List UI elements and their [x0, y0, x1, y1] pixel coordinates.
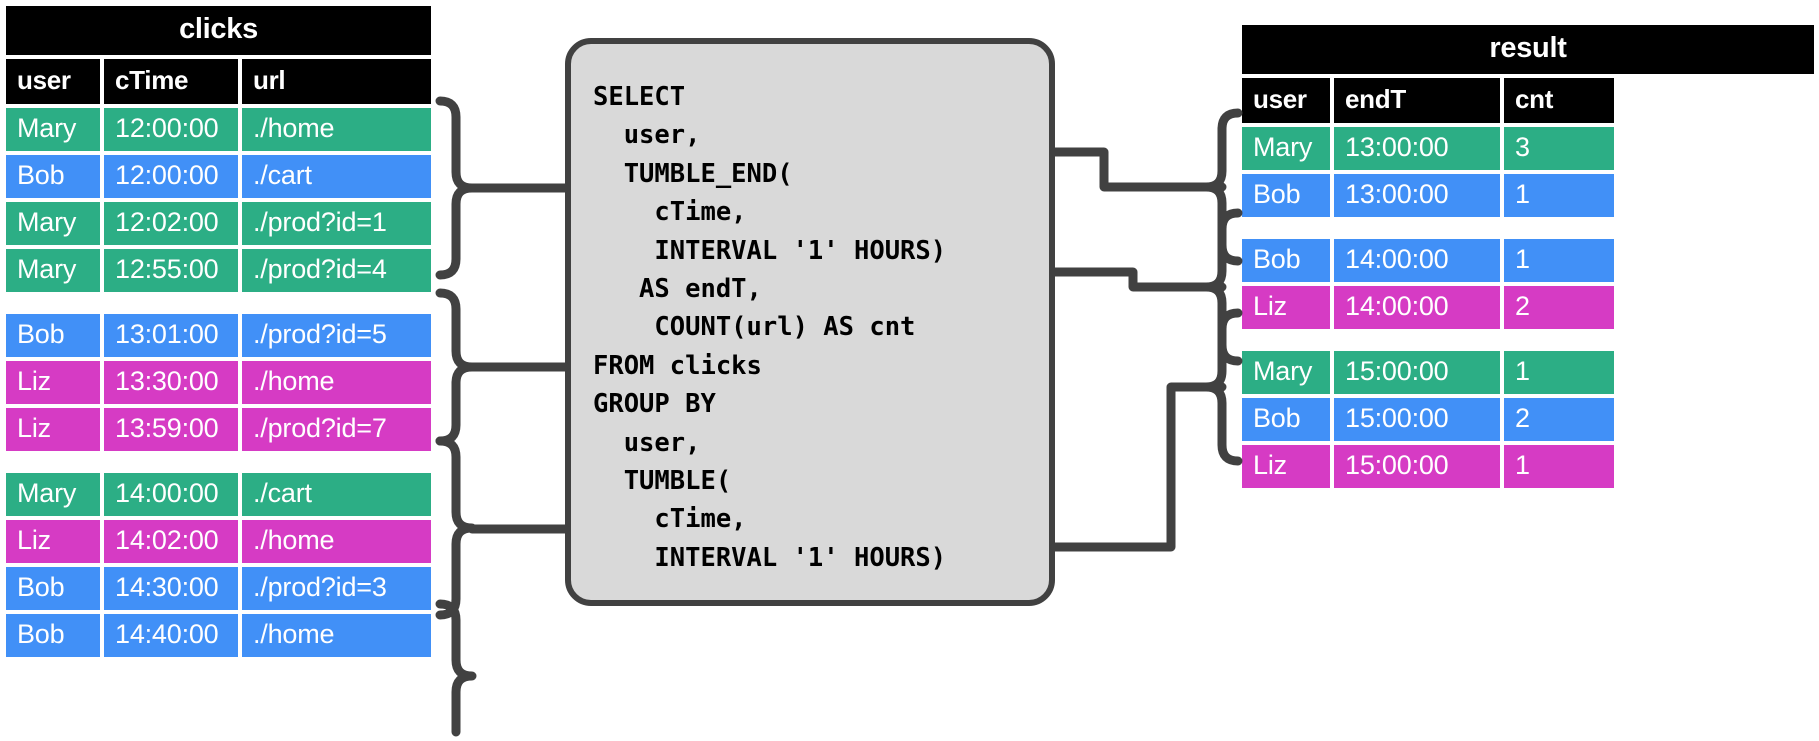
left-brace-group-1: [435, 96, 477, 280]
clicks-cell-cTime: 14:00:00: [104, 473, 238, 516]
result-cell-user: Mary: [1242, 127, 1330, 170]
clicks-cell-user: Mary: [6, 202, 100, 245]
clicks-table-title: clicks: [6, 6, 431, 55]
result-cell-endT: 13:00:00: [1334, 174, 1500, 217]
result-cell-cnt: 1: [1504, 174, 1614, 217]
result-header-row: user endT cnt: [1242, 78, 1814, 123]
left-brace-group-2: [435, 288, 477, 446]
result-cell-user: Bob: [1242, 398, 1330, 441]
result-cell-cnt: 1: [1504, 445, 1614, 488]
table-row: Bob 13:00:00 1: [1242, 174, 1814, 217]
result-table: result user endT cnt Mary 13:00:00 3 Bob 13:…: [1242, 25, 1814, 488]
table-row: Liz 14:00:00 2: [1242, 286, 1814, 329]
left-brace-group-3: [435, 436, 477, 620]
clicks-cell-user: Bob: [6, 314, 100, 357]
result-cell-user: Bob: [1242, 239, 1330, 282]
table-row: Mary 15:00:00 1: [1242, 351, 1814, 394]
result-cell-endT: 13:00:00: [1334, 127, 1500, 170]
result-cell-user: Liz: [1242, 286, 1330, 329]
clicks-table: clicks user cTime url Mary 12:00:00 ./home…: [6, 6, 431, 657]
clicks-header-user: user: [6, 59, 100, 104]
clicks-cell-url: ./cart: [242, 155, 431, 198]
clicks-header-url: url: [242, 59, 431, 104]
result-header-endt: endT: [1334, 78, 1500, 123]
result-cell-endT: 14:00:00: [1334, 239, 1500, 282]
clicks-cell-user: Mary: [6, 473, 100, 516]
clicks-cell-url: ./cart: [242, 473, 431, 516]
table-row: Bob 14:00:00 1: [1242, 239, 1814, 282]
clicks-cell-cTime: 13:59:00: [104, 408, 238, 451]
table-row: Mary 12:02:00 ./prod?id=1: [6, 202, 431, 245]
result-cell-endT: 15:00:00: [1334, 351, 1500, 394]
table-row: Mary 14:00:00 ./cart: [6, 473, 431, 516]
clicks-cell-user: Mary: [6, 249, 100, 292]
table-row: Bob 15:00:00 2: [1242, 398, 1814, 441]
result-table-title: result: [1242, 25, 1814, 74]
result-cell-endT: 15:00:00: [1334, 398, 1500, 441]
clicks-cell-cTime: 12:02:00: [104, 202, 238, 245]
clicks-cell-url: ./prod?id=1: [242, 202, 431, 245]
clicks-cell-url: ./prod?id=5: [242, 314, 431, 357]
table-row: Bob 14:40:00 ./home: [6, 614, 431, 657]
right-brace-group-3: [1201, 308, 1243, 466]
clicks-cell-cTime: 13:01:00: [104, 314, 238, 357]
table-row: Liz 13:59:00 ./prod?id=7: [6, 408, 431, 451]
clicks-cell-user: Bob: [6, 614, 100, 657]
clicks-cell-user: Bob: [6, 567, 100, 610]
result-cell-cnt: 1: [1504, 351, 1614, 394]
right-brace-group-2: [1201, 208, 1243, 366]
clicks-cell-user: Liz: [6, 408, 100, 451]
result-cell-user: Mary: [1242, 351, 1330, 394]
clicks-cell-url: ./prod?id=4: [242, 249, 431, 292]
clicks-cell-url: ./prod?id=7: [242, 408, 431, 451]
clicks-cell-cTime: 12:00:00: [104, 155, 238, 198]
right-wire-group-1: [1050, 147, 1227, 192]
clicks-cell-cTime: 13:30:00: [104, 361, 238, 404]
clicks-cell-url: ./prod?id=3: [242, 567, 431, 610]
result-header-user: user: [1242, 78, 1330, 123]
clicks-cell-user: Mary: [6, 108, 100, 151]
clicks-cell-cTime: 14:40:00: [104, 614, 238, 657]
result-cell-cnt: 1: [1504, 239, 1614, 282]
clicks-cell-cTime: 12:00:00: [104, 108, 238, 151]
clicks-cell-url: ./home: [242, 108, 431, 151]
table-row: Mary 12:55:00 ./prod?id=4: [6, 249, 431, 292]
result-cell-endT: 15:00:00: [1334, 445, 1500, 488]
clicks-header-ctime: cTime: [104, 59, 238, 104]
table-row: Liz 15:00:00 1: [1242, 445, 1814, 488]
clicks-cell-user: Liz: [6, 520, 100, 563]
table-row: Bob 13:01:00 ./prod?id=5: [6, 314, 431, 357]
sql-query-text: SELECT user, TUMBLE_END( cTime, INTERVAL…: [593, 82, 947, 573]
clicks-cell-url: ./home: [242, 614, 431, 657]
result-header-cnt: cnt: [1504, 78, 1614, 123]
result-cell-user: Liz: [1242, 445, 1330, 488]
result-cell-cnt: 3: [1504, 127, 1614, 170]
result-table-body: Mary 13:00:00 3 Bob 13:00:00 1 Bob 14:00:00 1 Liz…: [1242, 127, 1814, 488]
table-row: Liz 13:30:00 ./home: [6, 361, 431, 404]
clicks-cell-cTime: 12:55:00: [104, 249, 238, 292]
right-wire-group-3: [1050, 382, 1227, 552]
clicks-table-body: Mary 12:00:00 ./home Bob 12:00:00 ./cart Mary 1…: [6, 108, 431, 657]
clicks-cell-cTime: 14:30:00: [104, 567, 238, 610]
table-row: Liz 14:02:00 ./home: [6, 520, 431, 563]
result-cell-cnt: 2: [1504, 398, 1614, 441]
clicks-header-row: user cTime url: [6, 59, 431, 104]
result-cell-cnt: 2: [1504, 286, 1614, 329]
table-row: Mary 13:00:00 3: [1242, 127, 1814, 170]
table-row: Bob 14:30:00 ./prod?id=3: [6, 567, 431, 610]
table-row: Bob 12:00:00 ./cart: [6, 155, 431, 198]
sql-query-box: SELECT user, TUMBLE_END( cTime, INTERVAL…: [565, 38, 1055, 606]
clicks-cell-user: Liz: [6, 361, 100, 404]
clicks-cell-cTime: 14:02:00: [104, 520, 238, 563]
left-brace-group-4-partial: [435, 599, 477, 737]
clicks-cell-user: Bob: [6, 155, 100, 198]
table-row: Mary 12:00:00 ./home: [6, 108, 431, 151]
clicks-cell-url: ./home: [242, 520, 431, 563]
result-cell-user: Bob: [1242, 174, 1330, 217]
result-cell-endT: 14:00:00: [1334, 286, 1500, 329]
right-brace-group-1: [1201, 108, 1243, 266]
clicks-cell-url: ./home: [242, 361, 431, 404]
right-wire-group-2: [1050, 267, 1227, 292]
